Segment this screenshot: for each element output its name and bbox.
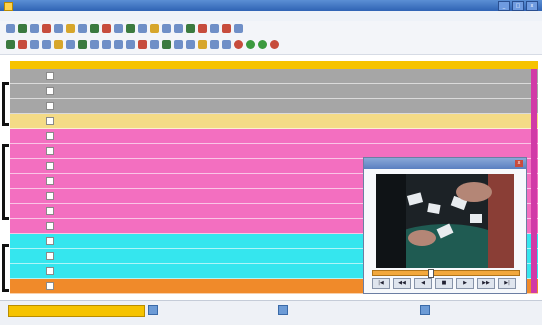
list-icon[interactable] <box>138 24 147 33</box>
row-checkbox[interactable] <box>46 222 54 230</box>
row-checkbox[interactable] <box>46 72 54 80</box>
skip-start-button[interactable]: |◀ <box>372 278 390 289</box>
row-checkbox[interactable] <box>46 102 54 110</box>
redo-icon[interactable] <box>126 40 135 49</box>
status-doc[interactable] <box>148 305 161 315</box>
row-checkbox[interactable] <box>46 237 54 245</box>
status-bar <box>0 300 542 325</box>
ok-icon[interactable] <box>258 40 267 49</box>
tag-icon[interactable] <box>198 40 207 49</box>
toolbar-secondary <box>0 36 542 55</box>
refresh-icon[interactable] <box>90 24 99 33</box>
go-icon[interactable] <box>246 40 255 49</box>
document-icon <box>420 305 430 315</box>
skip-end-button[interactable]: ▶| <box>498 278 516 289</box>
view-icon[interactable] <box>210 40 219 49</box>
table-row[interactable] <box>10 99 538 114</box>
video-seek-handle[interactable] <box>428 269 434 278</box>
alert-icon[interactable] <box>222 24 231 33</box>
star-icon[interactable] <box>150 24 159 33</box>
close-button[interactable]: x <box>526 1 538 11</box>
table-row[interactable] <box>10 84 538 99</box>
copy-icon[interactable] <box>78 24 87 33</box>
folder-icon[interactable] <box>66 24 75 33</box>
cut-icon[interactable] <box>90 40 99 49</box>
row-checkbox[interactable] <box>46 207 54 215</box>
link-icon[interactable] <box>162 40 171 49</box>
row-checkbox[interactable] <box>46 117 54 125</box>
video-player-window[interactable]: x |◀ ◀◀ ◀ ■ ▶ ▶▶ ▶| <box>363 157 527 294</box>
video-player-titlebar[interactable] <box>364 158 526 169</box>
table-row[interactable] <box>10 69 538 84</box>
save-icon[interactable] <box>30 24 39 33</box>
new-icon[interactable] <box>6 24 15 33</box>
table-icon[interactable] <box>174 40 183 49</box>
document-icon <box>278 305 288 315</box>
zoom-icon[interactable] <box>150 40 159 49</box>
video-frame-image <box>376 174 514 268</box>
record-icon[interactable] <box>138 40 147 49</box>
group-bracket <box>2 144 9 220</box>
row-checkbox[interactable] <box>46 282 54 290</box>
table-row[interactable] <box>10 129 538 144</box>
print-icon[interactable] <box>54 24 63 33</box>
remove-icon[interactable] <box>18 40 27 49</box>
group-bracket <box>2 244 9 292</box>
check-icon[interactable] <box>78 40 87 49</box>
status-doc[interactable] <box>278 305 291 315</box>
rewind-button[interactable]: ◀◀ <box>393 278 411 289</box>
lock-icon[interactable] <box>222 40 231 49</box>
status-doc[interactable] <box>420 305 433 315</box>
edit-icon[interactable] <box>30 40 39 49</box>
document-icon <box>148 305 158 315</box>
grid-icon[interactable] <box>162 24 171 33</box>
color-strip <box>531 69 537 293</box>
table-row[interactable] <box>10 114 538 129</box>
undo-icon[interactable] <box>114 40 123 49</box>
fast-forward-button[interactable]: ▶▶ <box>477 278 495 289</box>
paste-icon[interactable] <box>102 40 111 49</box>
clock-icon[interactable] <box>42 40 51 49</box>
add-icon[interactable] <box>6 40 15 49</box>
row-checkbox[interactable] <box>46 132 54 140</box>
help-icon[interactable] <box>234 24 243 33</box>
selection-status <box>8 305 145 317</box>
filter-icon[interactable] <box>114 24 123 33</box>
grid-header <box>10 61 538 69</box>
export-icon[interactable] <box>186 24 195 33</box>
app-icon <box>4 2 13 11</box>
row-checkbox[interactable] <box>46 147 54 155</box>
video-screen[interactable] <box>376 174 514 268</box>
minimize-button[interactable]: _ <box>498 1 510 11</box>
row-checkbox[interactable] <box>46 87 54 95</box>
play-icon[interactable] <box>126 24 135 33</box>
delete-icon[interactable] <box>42 24 51 33</box>
step-back-button[interactable]: ◀ <box>414 278 432 289</box>
title-bar: _ □ x <box>0 0 542 11</box>
flag-icon[interactable] <box>198 24 207 33</box>
play-button[interactable]: ▶ <box>456 278 474 289</box>
toolbar-top <box>0 21 542 37</box>
stop-icon[interactable] <box>102 24 111 33</box>
bookmark-icon[interactable] <box>54 40 63 49</box>
settings-icon[interactable] <box>210 24 219 33</box>
record-circle-icon[interactable] <box>234 40 243 49</box>
cancel-icon[interactable] <box>270 40 279 49</box>
row-checkbox[interactable] <box>46 177 54 185</box>
open-icon[interactable] <box>18 24 27 33</box>
row-checkbox[interactable] <box>46 192 54 200</box>
row-checkbox[interactable] <box>46 162 54 170</box>
sort-icon[interactable] <box>186 40 195 49</box>
row-checkbox[interactable] <box>46 267 54 275</box>
video-close-button[interactable]: x <box>515 160 523 167</box>
video-seek-bar[interactable] <box>372 269 520 278</box>
video-controls: |◀ ◀◀ ◀ ■ ▶ ▶▶ ▶| <box>372 278 516 289</box>
calendar-icon[interactable] <box>66 40 75 49</box>
stop-button[interactable]: ■ <box>435 278 453 289</box>
maximize-button[interactable]: □ <box>512 1 524 11</box>
group-bracket <box>2 82 9 126</box>
chart-icon[interactable] <box>174 24 183 33</box>
row-checkbox[interactable] <box>46 252 54 260</box>
